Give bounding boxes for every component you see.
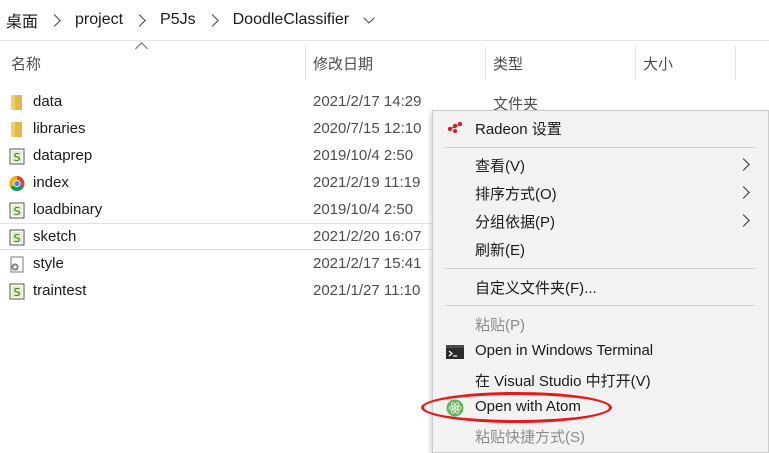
menu-item-label: 分组依据(P)	[475, 214, 555, 231]
terminal-icon	[446, 345, 464, 359]
menu-item-view[interactable]: 查看(V)	[433, 152, 768, 178]
highlight-ellipse	[421, 392, 612, 423]
chevron-right-icon	[737, 158, 750, 171]
menu-item-label: 粘贴快捷方式(S)	[475, 429, 585, 446]
menu-item-label: 查看(V)	[475, 158, 525, 175]
menu-item-refresh[interactable]: 刷新(E)	[433, 236, 768, 262]
menu-item-radeon[interactable]: Radeon 设置	[433, 115, 768, 141]
file-name: style	[33, 255, 64, 272]
file-name: traintest	[33, 282, 87, 299]
breadcrumb-item-desktop[interactable]: 桌面	[6, 8, 38, 32]
menu-item-label: 粘贴(P)	[475, 317, 525, 334]
file-name: data	[33, 93, 63, 110]
menu-item-label: 自定义文件夹(F)...	[475, 280, 597, 297]
menu-item-customize-folder[interactable]: 自定义文件夹(F)...	[433, 274, 768, 300]
file-date: 2020/7/15 12:10	[313, 120, 422, 137]
menu-item-open-visual-studio[interactable]: 在 Visual Studio 中打开(V)	[433, 367, 768, 393]
breadcrumb-item-p5js[interactable]: P5Js	[160, 11, 196, 29]
folder-icon	[11, 95, 22, 110]
chrome-icon	[9, 176, 25, 192]
menu-item-label: Open in Windows Terminal	[475, 342, 654, 359]
breadcrumb: 桌面 project P5Js DoodleClassifier	[0, 0, 769, 41]
chevron-right-icon	[737, 214, 750, 227]
menu-separator	[445, 268, 755, 269]
svg-text:S: S	[14, 286, 21, 299]
menu-item-group[interactable]: 分组依据(P)	[433, 208, 768, 234]
svg-text:S: S	[14, 205, 21, 218]
chevron-right-icon	[737, 186, 750, 199]
menu-separator	[445, 147, 755, 148]
file-date: 2019/10/4 2:50	[313, 147, 414, 164]
file-name: libraries	[33, 120, 86, 137]
js-file-icon: S	[9, 229, 25, 246]
file-date: 2021/2/17 14:29	[313, 93, 422, 110]
chevron-right-icon	[48, 13, 61, 27]
column-header-type[interactable]: 类型	[485, 46, 635, 80]
column-header-modified[interactable]: 修改日期	[305, 46, 485, 80]
chevron-down-icon[interactable]	[363, 12, 375, 24]
breadcrumb-item-doodleclassifier[interactable]: DoodleClassifier	[233, 11, 350, 29]
js-file-icon: S	[9, 283, 25, 300]
js-file-icon: S	[9, 202, 25, 219]
css-file-icon	[10, 256, 24, 273]
menu-item-label: 刷新(E)	[475, 242, 525, 259]
file-date: 2021/2/20 16:07	[313, 228, 422, 245]
column-header-size[interactable]: 大小	[635, 46, 735, 80]
menu-separator	[445, 305, 755, 306]
js-file-icon: S	[9, 148, 25, 165]
chevron-right-icon	[205, 13, 219, 27]
svg-text:S: S	[14, 151, 21, 164]
menu-item-label: Radeon 设置	[475, 121, 562, 138]
column-divider[interactable]	[735, 46, 736, 80]
file-date: 2021/2/19 11:19	[313, 174, 421, 191]
menu-item-paste-shortcut: 粘贴快捷方式(S)	[433, 423, 768, 449]
file-name: loadbinary	[33, 201, 103, 218]
chevron-right-icon	[133, 13, 146, 27]
column-header-name[interactable]: 名称	[3, 46, 305, 80]
file-name: dataprep	[33, 147, 93, 164]
file-name: sketch	[33, 228, 77, 245]
file-date: 2021/2/17 15:41	[313, 255, 422, 272]
svg-text:S: S	[14, 232, 21, 245]
file-date: 2021/1/27 11:10	[313, 282, 421, 299]
breadcrumb-item-project[interactable]: project	[75, 11, 123, 29]
menu-item-paste: 粘贴(P)	[433, 311, 768, 337]
menu-item-open-terminal[interactable]: Open in Windows Terminal	[433, 339, 768, 365]
menu-item-label: 在 Visual Studio 中打开(V)	[475, 373, 651, 390]
radeon-icon	[447, 121, 463, 133]
file-name: index	[33, 174, 69, 191]
file-date: 2019/10/4 2:50	[313, 201, 414, 218]
folder-icon	[11, 122, 22, 137]
menu-item-sort[interactable]: 排序方式(O)	[433, 180, 768, 206]
menu-item-label: 排序方式(O)	[475, 186, 557, 203]
